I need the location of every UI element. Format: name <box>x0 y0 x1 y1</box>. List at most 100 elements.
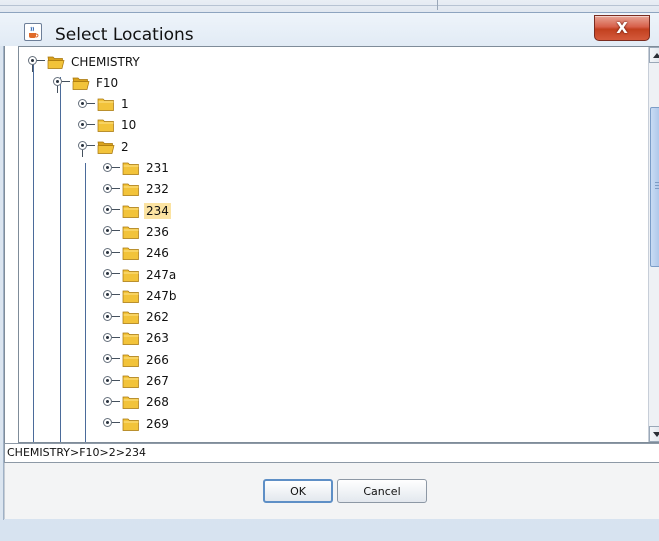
tree-handle-stem <box>112 273 120 274</box>
tree-node-label: 246 <box>146 246 169 261</box>
tree-node[interactable]: 246 <box>102 243 171 264</box>
tree-handle-stem <box>112 187 120 189</box>
tree-node-label: 269 <box>146 416 169 431</box>
close-button[interactable]: X <box>594 15 650 41</box>
tree-handle-icon[interactable] <box>102 200 122 221</box>
tree-handle-icon[interactable] <box>77 136 97 158</box>
window-title: Select Locations <box>55 25 194 45</box>
tree-handle-knob <box>103 375 112 385</box>
tree-handle-icon[interactable] <box>102 264 122 285</box>
tree-handle-icon[interactable] <box>102 285 122 306</box>
tree-handle-icon[interactable] <box>102 413 122 434</box>
tree-node[interactable]: 1 <box>77 94 131 115</box>
tree-handle-icon[interactable] <box>102 349 122 370</box>
folder-icon <box>97 98 114 111</box>
tree-node[interactable]: 268 <box>102 392 171 413</box>
location-tree[interactable]: CHEMISTRY F10 1 10 2 231 232 234 236 246 247a 247b 2… <box>18 46 659 443</box>
close-icon: X <box>616 19 628 37</box>
tree-handle-stem <box>112 294 120 296</box>
tree-handle-knob <box>78 98 87 108</box>
tree-handle-knob <box>103 183 112 193</box>
tree-node-label: 262 <box>146 310 169 325</box>
tree-node-label: F10 <box>96 75 119 90</box>
tree-node[interactable]: 247b <box>102 285 179 306</box>
tree-node-label: 231 <box>146 161 169 175</box>
tree-handle-stem <box>112 422 120 424</box>
tree-handle-stem <box>112 209 120 211</box>
tree-handle-knob <box>103 247 112 257</box>
vertical-scrollbar[interactable] <box>648 47 659 442</box>
tree-handle-icon[interactable] <box>102 179 122 200</box>
tree-handle-knob <box>53 77 62 87</box>
tree-handle-stem <box>87 102 95 104</box>
tree-handle-icon[interactable] <box>102 158 122 179</box>
tree-node[interactable]: 2 <box>77 136 131 158</box>
tree-node-label: 232 <box>146 182 169 197</box>
folder-icon <box>122 183 139 197</box>
folder-icon <box>122 290 139 303</box>
tree-handle-knob <box>103 418 112 428</box>
tree-handle-knob <box>28 56 37 65</box>
scroll-thumb[interactable] <box>650 107 659 267</box>
tree-handle-icon[interactable] <box>102 307 122 328</box>
scroll-down-button[interactable] <box>649 426 659 442</box>
tree-handle-knob <box>103 332 112 342</box>
tree-handle-icon[interactable] <box>77 94 97 115</box>
tree-node[interactable]: 231 <box>102 158 171 179</box>
app-root: Select Locations X CHEMISTRY F10 1 10 2 231 23… <box>0 0 659 541</box>
tree-handle-stem <box>112 315 120 317</box>
grip-line <box>655 185 659 186</box>
tree-node[interactable]: 269 <box>102 413 171 434</box>
tree-handle-icon[interactable] <box>102 221 122 242</box>
tree-handle-drop <box>32 65 33 72</box>
tree-handle-knob <box>78 141 87 151</box>
tree-handle-drop <box>57 86 58 94</box>
tree-node-label: 1 <box>121 97 129 112</box>
cancel-button[interactable]: Cancel <box>337 479 427 503</box>
tree-node[interactable]: 10 <box>77 115 138 136</box>
tree-node[interactable]: 266 <box>102 349 171 370</box>
tree-handle-knob <box>78 119 87 129</box>
background-divider <box>0 5 659 6</box>
tree-handle-icon[interactable] <box>102 392 122 413</box>
tree-handle-stem <box>87 123 95 125</box>
tree-handle-stem <box>62 81 70 83</box>
tree-handle-icon[interactable] <box>27 51 47 72</box>
tree-handle-stem <box>112 230 120 232</box>
tree-handle-knob <box>103 162 112 172</box>
folder-icon <box>72 77 90 90</box>
tree-node[interactable]: 262 <box>102 307 171 328</box>
tree-node[interactable]: 232 <box>102 179 171 200</box>
tree-node[interactable]: 236 <box>102 221 171 242</box>
folder-icon <box>122 226 139 239</box>
tree-handle-icon[interactable] <box>102 243 122 264</box>
tree-handle-icon[interactable] <box>102 371 122 392</box>
tree-node-label: 247b <box>146 288 177 303</box>
folder-icon <box>122 269 139 282</box>
tree-handle-icon[interactable] <box>77 115 97 136</box>
arrow-up-icon <box>652 52 659 58</box>
folder-icon <box>122 375 139 388</box>
background-tick <box>437 0 438 10</box>
tree-handle-knob <box>103 205 112 215</box>
tree-node[interactable]: 263 <box>102 328 171 349</box>
tree-node[interactable]: 267 <box>102 371 171 392</box>
folder-icon <box>122 396 139 410</box>
tree-node-label: 266 <box>146 352 169 367</box>
tree-handle-stem <box>112 336 120 338</box>
tree-gutter <box>4 46 18 443</box>
tree-node[interactable]: 247a <box>102 264 178 285</box>
tree-guide-line <box>33 57 34 442</box>
ok-button[interactable]: OK <box>263 479 333 503</box>
tree-handle-stem <box>37 60 45 61</box>
tree-node[interactable]: 234 <box>102 200 171 221</box>
folder-icon <box>97 141 115 154</box>
folder-icon <box>122 418 139 431</box>
tree-handle-icon[interactable] <box>102 328 122 349</box>
tree-node[interactable]: CHEMISTRY <box>27 51 142 72</box>
tree-node-label: 10 <box>121 118 137 133</box>
tree-node[interactable]: F10 <box>52 72 120 94</box>
tree-handle-icon[interactable] <box>52 72 72 94</box>
tree-node-label: 247a <box>146 267 177 282</box>
scroll-up-button[interactable] <box>649 47 659 63</box>
